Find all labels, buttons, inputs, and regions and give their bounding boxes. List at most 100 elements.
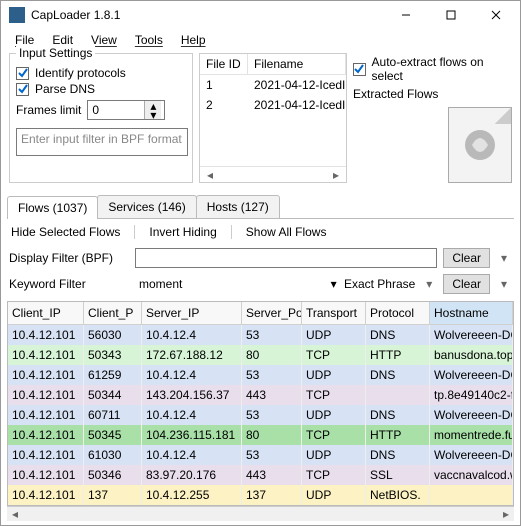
frames-limit-input[interactable] (88, 103, 144, 117)
parse-dns-label: Parse DNS (35, 82, 95, 96)
file-list-hscroll[interactable]: ◂ ▸ (200, 166, 346, 182)
close-button[interactable] (473, 1, 518, 29)
pcap-file-icon[interactable] (448, 107, 512, 183)
keyword-filter-input[interactable] (135, 274, 325, 294)
cell-client-ip: 10.4.12.101 (8, 365, 84, 385)
cell-client-ip: 10.4.12.101 (8, 445, 84, 465)
grid-scroll-right-icon[interactable]: ▸ (498, 507, 514, 521)
cell-hostname: tp.8e49140c2-frontier (430, 385, 513, 405)
cell-protocol: SSL (366, 465, 430, 485)
identify-protocols-checkbox[interactable] (16, 67, 29, 80)
table-row[interactable]: 10.4.12.101 56030 10.4.12.4 53 UDP DNS W… (8, 325, 513, 345)
file-row[interactable]: 22021-04-12-IcedID-inf (200, 95, 346, 115)
menu-file[interactable]: File (15, 33, 34, 47)
scroll-right-icon[interactable]: ▸ (328, 168, 344, 182)
cell-transport: TCP (302, 425, 366, 445)
cell-server-ip: 172.67.188.12 (142, 345, 242, 365)
cell-client-port: 61259 (84, 365, 142, 385)
col-server-port[interactable]: Server_Po (242, 302, 302, 324)
keyword-filter-row: Keyword Filter ▾ Exact Phrase ▾ Clear ▾ (1, 271, 520, 297)
tab-flows[interactable]: Flows (1037) (7, 196, 98, 219)
cell-server-port: 443 (242, 465, 302, 485)
file-id-cell: 2 (200, 95, 248, 115)
cell-server-port: 53 (242, 405, 302, 425)
col-protocol[interactable]: Protocol (366, 302, 430, 324)
keyword-mode-dropdown[interactable]: ▾ Exact Phrase (331, 277, 416, 291)
table-row[interactable]: 10.4.12.101 50343 172.67.188.12 80 TCP H… (8, 345, 513, 365)
hide-selected-button[interactable]: Hide Selected Flows (11, 225, 120, 239)
grid-hscroll[interactable]: ◂ ▸ (7, 506, 514, 521)
minimize-button[interactable] (383, 1, 428, 29)
display-filter-menu-icon[interactable]: ▾ (496, 251, 512, 265)
maximize-button[interactable] (428, 1, 473, 29)
file-id-header[interactable]: File ID (200, 54, 248, 74)
cell-hostname: Wolvereeen-DC.wolv (430, 405, 513, 425)
show-all-button[interactable]: Show All Flows (246, 225, 327, 239)
cell-hostname: momentrede.fun (430, 425, 513, 445)
col-client-ip[interactable]: Client_IP (8, 302, 84, 324)
table-row[interactable]: 10.4.12.101 61259 10.4.12.4 53 UDP DNS W… (8, 365, 513, 385)
cell-client-port: 50343 (84, 345, 142, 365)
tab-services[interactable]: Services (146) (97, 195, 196, 218)
table-row[interactable]: 10.4.12.101 50346 83.97.20.176 443 TCP S… (8, 465, 513, 485)
cell-client-port: 61030 (84, 445, 142, 465)
parse-dns-checkbox[interactable] (16, 83, 29, 96)
extracted-flows-pane: Auto-extract flows on select Extracted F… (353, 53, 512, 183)
display-filter-clear-button[interactable]: Clear (443, 248, 490, 268)
display-filter-row: Display Filter (BPF) Clear ▾ (1, 245, 520, 271)
grid-scroll-left-icon[interactable]: ◂ (7, 507, 23, 521)
cell-transport: TCP (302, 385, 366, 405)
keyword-filter-label: Keyword Filter (9, 277, 129, 291)
cell-server-port: 443 (242, 385, 302, 405)
menu-help[interactable]: Help (181, 33, 206, 47)
table-row[interactable]: 10.4.12.101 61030 10.4.12.4 53 UDP DNS W… (8, 445, 513, 465)
spin-down-icon[interactable]: ▾ (145, 110, 161, 119)
cell-client-port: 137 (84, 485, 142, 505)
menu-edit[interactable]: Edit (52, 33, 73, 47)
scroll-left-icon[interactable]: ◂ (202, 168, 218, 182)
col-server-ip[interactable]: Server_IP (142, 302, 242, 324)
file-id-cell: 1 (200, 75, 248, 95)
menu-view[interactable]: View (91, 33, 117, 47)
cell-transport: UDP (302, 485, 366, 505)
display-filter-label: Display Filter (BPF) (9, 251, 129, 265)
cell-server-ip: 10.4.12.4 (142, 325, 242, 345)
col-client-port[interactable]: Client_P (84, 302, 142, 324)
table-row[interactable]: 10.4.12.101 137 10.4.12.255 137 UDP NetB… (8, 485, 513, 505)
display-filter-input[interactable] (135, 248, 437, 268)
cell-transport: TCP (302, 345, 366, 365)
table-row[interactable]: 10.4.12.101 60711 10.4.12.4 53 UDP DNS W… (8, 405, 513, 425)
tab-hosts[interactable]: Hosts (127) (196, 195, 280, 218)
col-hostname[interactable]: Hostname (430, 302, 513, 324)
menu-tools[interactable]: Tools (135, 33, 163, 47)
cell-server-ip: 83.97.20.176 (142, 465, 242, 485)
cell-server-port: 53 (242, 445, 302, 465)
frames-limit-spinner[interactable]: ▴ ▾ (87, 100, 165, 120)
cell-client-ip: 10.4.12.101 (8, 385, 84, 405)
keyword-filter-menu-icon[interactable]: ▾ (496, 277, 512, 291)
cell-server-ip: 10.4.12.4 (142, 405, 242, 425)
cell-protocol: HTTP (366, 425, 430, 445)
cell-client-ip: 10.4.12.101 (8, 425, 84, 445)
cell-client-ip: 10.4.12.101 (8, 405, 84, 425)
table-row[interactable]: 10.4.12.101 50345 104.236.115.181 80 TCP… (8, 425, 513, 445)
cell-client-ip: 10.4.12.101 (8, 465, 84, 485)
auto-extract-checkbox[interactable] (353, 63, 366, 76)
flows-grid: Client_IP Client_P Server_IP Server_Po T… (7, 301, 514, 506)
keyword-mode-value: Exact Phrase (344, 277, 415, 291)
invert-hiding-button[interactable]: Invert Hiding (149, 225, 216, 239)
app-window: CapLoader 1.8.1 File Edit View Tools Hel… (0, 0, 521, 526)
keyword-mode-chevron-icon[interactable]: ▾ (421, 277, 437, 291)
cell-transport: UDP (302, 325, 366, 345)
bpf-input[interactable]: Enter input filter in BPF format (16, 128, 188, 156)
keyword-filter-clear-button[interactable]: Clear (443, 274, 490, 294)
filename-header[interactable]: Filename (248, 54, 346, 74)
cell-client-port: 56030 (84, 325, 142, 345)
cell-server-port: 137 (242, 485, 302, 505)
file-row[interactable]: 12021-04-12-IcedID-inf (200, 75, 346, 95)
cell-protocol: DNS (366, 445, 430, 465)
table-row[interactable]: 10.4.12.101 50344 143.204.156.37 443 TCP… (8, 385, 513, 405)
col-transport[interactable]: Transport (302, 302, 366, 324)
cell-hostname: Wolvereeen-DC.wolv (430, 365, 513, 385)
cell-hostname: Wolvereeen-DC.wolv (430, 325, 513, 345)
